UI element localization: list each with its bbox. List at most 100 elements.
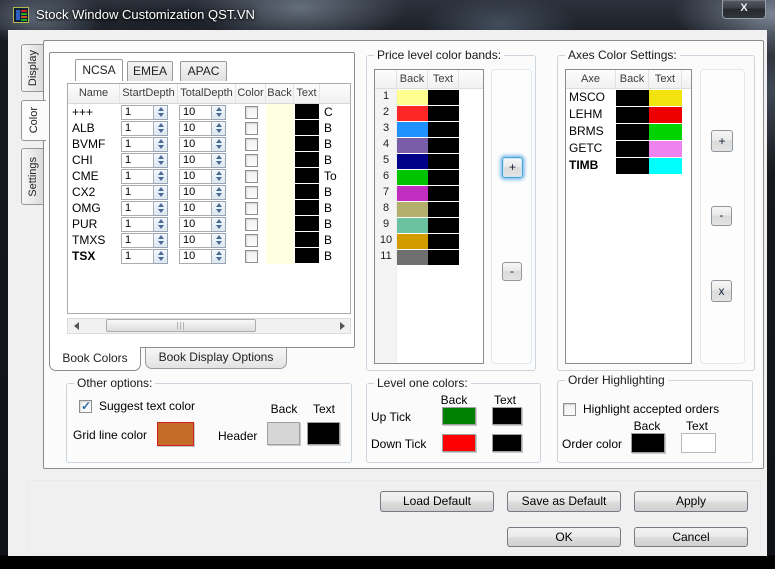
row-text-swatch[interactable] bbox=[294, 104, 320, 120]
tab-apac[interactable]: APAC bbox=[180, 61, 227, 81]
price-band-row[interactable]: 11 bbox=[375, 249, 483, 265]
axis-back-swatch[interactable] bbox=[616, 106, 649, 123]
highlight-accepted-orders-checkbox[interactable] bbox=[563, 403, 576, 416]
total-depth-spinner[interactable] bbox=[212, 217, 226, 232]
total-depth-input[interactable]: 10 bbox=[179, 105, 212, 120]
spin-down-icon[interactable] bbox=[154, 160, 167, 167]
horizontal-scrollbar[interactable] bbox=[67, 318, 351, 334]
start-depth-input[interactable]: 1 bbox=[121, 233, 154, 248]
band-back-swatch[interactable] bbox=[397, 249, 428, 265]
band-back-swatch[interactable] bbox=[397, 201, 428, 217]
price-band-row[interactable]: 6 bbox=[375, 169, 483, 185]
color-checkbox[interactable] bbox=[245, 106, 258, 119]
scroll-right-button[interactable] bbox=[334, 319, 350, 333]
color-checkbox[interactable] bbox=[245, 122, 258, 135]
tab-ncsa[interactable]: NCSA bbox=[75, 59, 123, 81]
row-text-swatch[interactable] bbox=[294, 200, 320, 216]
row-text-swatch[interactable] bbox=[294, 216, 320, 232]
start-depth-input[interactable]: 1 bbox=[121, 185, 154, 200]
spin-down-icon[interactable] bbox=[212, 144, 225, 151]
row-text-swatch[interactable] bbox=[294, 184, 320, 200]
down-tick-back-swatch[interactable] bbox=[442, 434, 476, 452]
save-as-default-button[interactable]: Save as Default bbox=[507, 491, 621, 512]
spin-down-icon[interactable] bbox=[154, 208, 167, 215]
total-depth-spinner[interactable] bbox=[212, 185, 226, 200]
band-text-swatch[interactable] bbox=[428, 233, 459, 249]
band-back-swatch[interactable] bbox=[397, 121, 428, 137]
spin-down-icon[interactable] bbox=[154, 176, 167, 183]
total-depth-input[interactable]: 10 bbox=[179, 169, 212, 184]
color-checkbox[interactable] bbox=[245, 234, 258, 247]
load-default-button[interactable]: Load Default bbox=[380, 491, 494, 512]
scroll-left-button[interactable] bbox=[68, 319, 84, 333]
band-back-swatch[interactable] bbox=[397, 185, 428, 201]
color-checkbox[interactable] bbox=[245, 218, 258, 231]
total-depth-input[interactable]: 10 bbox=[179, 249, 212, 264]
axis-row[interactable]: BRMS bbox=[566, 123, 691, 140]
color-checkbox[interactable] bbox=[245, 170, 258, 183]
down-tick-text-swatch[interactable] bbox=[492, 434, 522, 452]
table-row[interactable]: TMXS110B bbox=[68, 232, 350, 248]
axis-remove-button[interactable]: - bbox=[711, 206, 732, 226]
start-depth-spinner[interactable] bbox=[154, 121, 168, 136]
axis-back-swatch[interactable] bbox=[616, 123, 649, 140]
tab-book-colors[interactable]: Book Colors bbox=[49, 347, 141, 371]
row-text-swatch[interactable] bbox=[294, 136, 320, 152]
row-back-swatch[interactable] bbox=[266, 120, 294, 136]
header-text-swatch[interactable] bbox=[307, 422, 340, 445]
header-back-swatch[interactable] bbox=[267, 422, 300, 445]
tab-book-display-options[interactable]: Book Display Options bbox=[145, 348, 287, 369]
spin-down-icon[interactable] bbox=[212, 160, 225, 167]
price-band-add-button[interactable]: + bbox=[502, 157, 523, 178]
row-back-swatch[interactable] bbox=[266, 168, 294, 184]
color-checkbox[interactable] bbox=[245, 202, 258, 215]
band-text-swatch[interactable] bbox=[428, 249, 459, 265]
tab-settings[interactable]: Settings bbox=[21, 148, 43, 205]
axis-text-swatch[interactable] bbox=[649, 157, 682, 174]
spin-down-icon[interactable] bbox=[212, 208, 225, 215]
price-band-row[interactable]: 10 bbox=[375, 233, 483, 249]
axis-row[interactable]: LEHM bbox=[566, 106, 691, 123]
axis-text-swatch[interactable] bbox=[649, 140, 682, 157]
price-band-row[interactable]: 7 bbox=[375, 185, 483, 201]
start-depth-spinner[interactable] bbox=[154, 105, 168, 120]
row-text-swatch[interactable] bbox=[294, 248, 320, 264]
start-depth-input[interactable]: 1 bbox=[121, 201, 154, 216]
order-back-swatch[interactable] bbox=[631, 433, 665, 453]
spin-down-icon[interactable] bbox=[154, 112, 167, 119]
apply-button[interactable]: Apply bbox=[634, 491, 748, 512]
axis-back-swatch[interactable] bbox=[616, 89, 649, 106]
up-tick-text-swatch[interactable] bbox=[492, 407, 522, 425]
scrollbar-thumb[interactable] bbox=[106, 319, 256, 332]
table-row[interactable]: PUR110B bbox=[68, 216, 350, 232]
band-text-swatch[interactable] bbox=[428, 169, 459, 185]
table-row[interactable]: CX2110B bbox=[68, 184, 350, 200]
color-checkbox[interactable] bbox=[245, 154, 258, 167]
start-depth-input[interactable]: 1 bbox=[121, 105, 154, 120]
band-back-swatch[interactable] bbox=[397, 233, 428, 249]
total-depth-input[interactable]: 10 bbox=[179, 137, 212, 152]
total-depth-spinner[interactable] bbox=[212, 153, 226, 168]
start-depth-spinner[interactable] bbox=[154, 169, 168, 184]
band-back-swatch[interactable] bbox=[397, 153, 428, 169]
row-back-swatch[interactable] bbox=[266, 104, 294, 120]
start-depth-input[interactable]: 1 bbox=[121, 137, 154, 152]
spin-down-icon[interactable] bbox=[212, 176, 225, 183]
axis-row[interactable]: TIMB bbox=[566, 157, 691, 174]
row-text-swatch[interactable] bbox=[294, 168, 320, 184]
price-band-row[interactable]: 3 bbox=[375, 121, 483, 137]
total-depth-spinner[interactable] bbox=[212, 169, 226, 184]
up-tick-back-swatch[interactable] bbox=[442, 407, 476, 425]
total-depth-spinner[interactable] bbox=[212, 201, 226, 216]
axis-back-swatch[interactable] bbox=[616, 140, 649, 157]
color-checkbox[interactable] bbox=[245, 250, 258, 263]
close-button[interactable]: X bbox=[722, 0, 766, 19]
axis-text-swatch[interactable] bbox=[649, 106, 682, 123]
spin-down-icon[interactable] bbox=[154, 192, 167, 199]
start-depth-spinner[interactable] bbox=[154, 201, 168, 216]
price-band-remove-button[interactable]: - bbox=[502, 262, 522, 281]
axis-row[interactable]: MSCO bbox=[566, 89, 691, 106]
band-text-swatch[interactable] bbox=[428, 121, 459, 137]
start-depth-input[interactable]: 1 bbox=[121, 249, 154, 264]
table-row[interactable]: CME110To bbox=[68, 168, 350, 184]
